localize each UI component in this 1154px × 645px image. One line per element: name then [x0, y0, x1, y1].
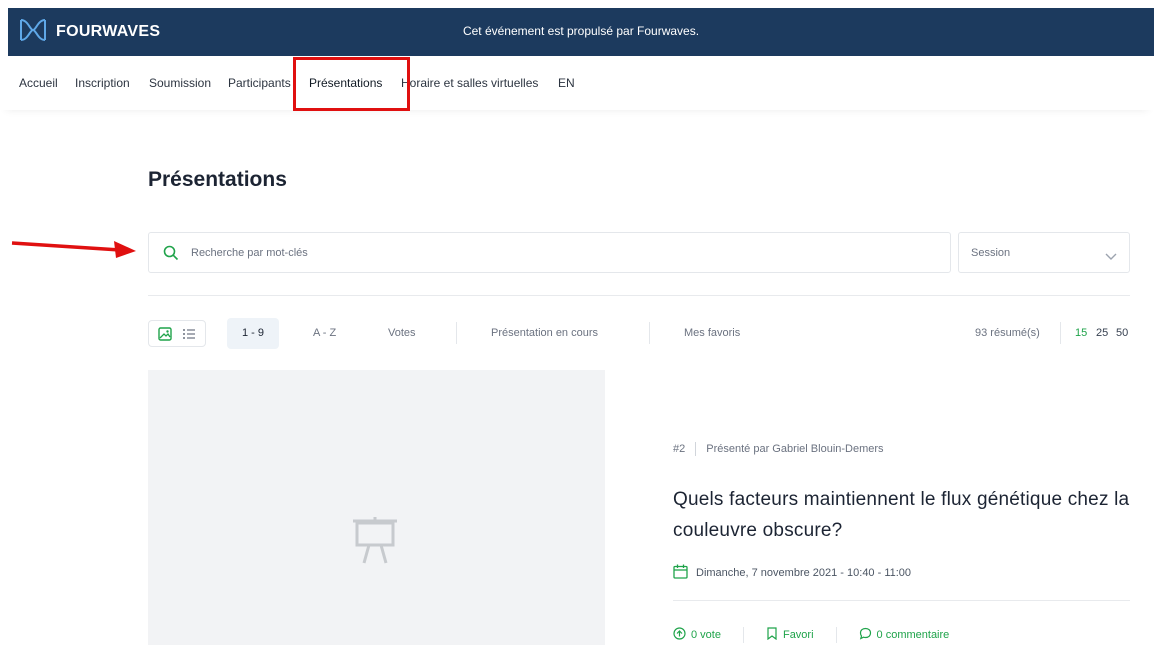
presentation-title[interactable]: Quels facteurs maintiennent le flux géné… — [673, 484, 1133, 546]
powered-by-text: Cet événement est propulsé par Fourwaves… — [462, 24, 700, 38]
image-icon[interactable] — [158, 327, 172, 346]
comment-label: 0 commentaire — [876, 629, 950, 641]
separator — [456, 322, 457, 344]
filter-current-presentation[interactable]: Présentation en cours — [491, 327, 598, 339]
nav-item-horaire[interactable]: Horaire et salles virtuelles — [401, 76, 538, 90]
date-text: Dimanche, 7 novembre 2021 - 10:40 - 11:0… — [696, 567, 912, 579]
separator — [835, 627, 837, 643]
session-label: Session — [971, 247, 1011, 259]
comment-icon — [859, 627, 872, 643]
separator — [1060, 322, 1061, 344]
sort-votes[interactable]: Votes — [388, 327, 416, 339]
divider — [148, 295, 1130, 296]
presenter-name: Présenté par Gabriel Blouin-Demers — [706, 443, 884, 455]
separator — [742, 627, 744, 643]
search-box — [148, 232, 951, 273]
nav-item-participants[interactable]: Participants — [228, 76, 291, 90]
chevron-down-icon — [1105, 248, 1117, 266]
arrow-up-circle-icon — [673, 627, 686, 643]
favorite-label: Favori — [782, 629, 814, 641]
presentation-easel-icon — [349, 515, 401, 572]
presentation-number: #2 — [673, 443, 686, 455]
bookmark-icon — [766, 627, 778, 643]
presentation-thumbnail[interactable] — [148, 370, 605, 645]
comment-button[interactable]: 0 commentaire — [859, 627, 950, 643]
result-count: 93 résumé(s) — [975, 327, 1040, 339]
nav-item-language[interactable]: EN — [558, 76, 575, 90]
nav-item-soumission[interactable]: Soumission — [149, 76, 211, 90]
calendar-icon — [673, 564, 688, 582]
filter-my-favorites[interactable]: Mes favoris — [684, 327, 740, 339]
list-icon[interactable] — [182, 327, 196, 346]
sort-alphabetical[interactable]: A - Z — [313, 327, 336, 339]
annotation-highlight-box — [293, 57, 410, 111]
presentation-date: Dimanche, 7 novembre 2021 - 10:40 - 11:0… — [673, 564, 911, 582]
nav-item-inscription[interactable]: Inscription — [75, 76, 130, 90]
main-nav: Accueil Inscription Soumission Participa… — [0, 56, 1154, 110]
nav-item-accueil[interactable]: Accueil — [19, 76, 58, 90]
annotation-arrow — [10, 236, 140, 265]
presentation-actions: 0 vote Favori 0 commentaire — [673, 627, 949, 643]
session-select[interactable]: Session — [958, 232, 1130, 273]
per-page-50[interactable]: 50 — [1116, 327, 1128, 339]
page-title: Présentations — [148, 168, 287, 191]
favorite-button[interactable]: Favori — [766, 627, 814, 643]
presentation-meta: #2 Présenté par Gabriel Blouin-Demers — [673, 442, 884, 456]
per-page-15[interactable]: 15 — [1075, 327, 1087, 339]
vote-button[interactable]: 0 vote — [673, 627, 721, 643]
search-input[interactable] — [191, 243, 931, 263]
per-page-25[interactable]: 25 — [1096, 327, 1108, 339]
separator — [695, 442, 697, 456]
view-toggle — [148, 320, 206, 347]
sort-numeric[interactable]: 1 - 9 — [227, 318, 279, 349]
separator — [649, 322, 650, 344]
vote-label: 0 vote — [691, 629, 721, 641]
top-banner: FOURWAVES Cet événement est propulsé par… — [8, 8, 1154, 56]
divider — [673, 600, 1130, 601]
search-icon — [163, 245, 179, 266]
